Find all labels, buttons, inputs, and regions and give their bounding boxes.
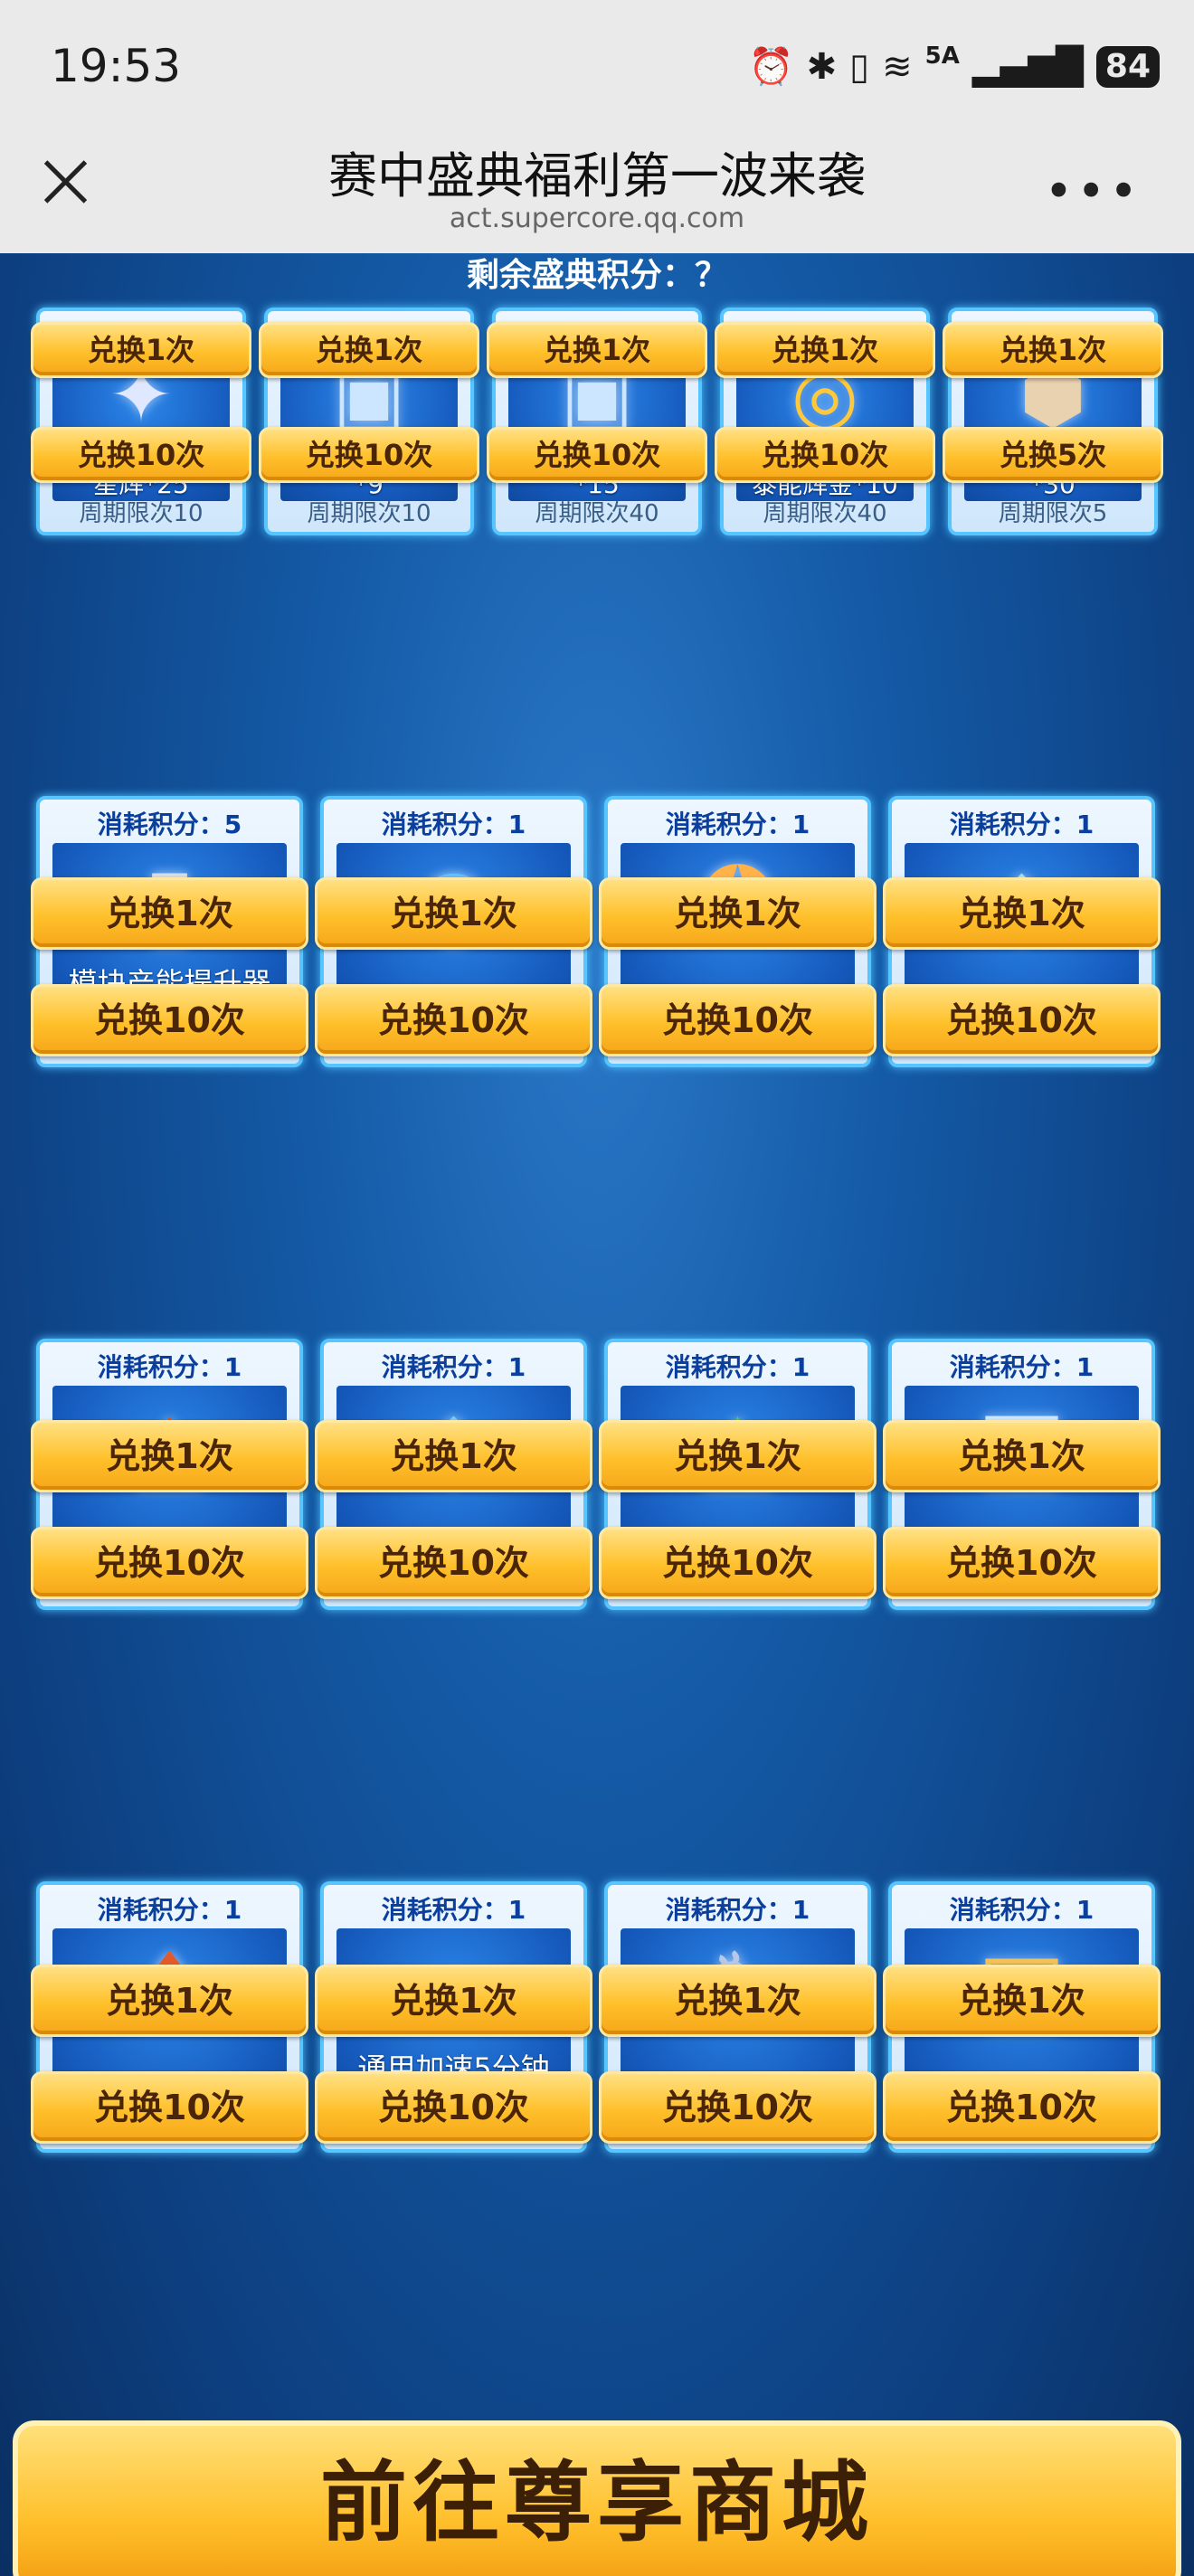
reward-cost: 消耗积分：1 [665,1352,810,1382]
alarm-icon: ⏰ [748,46,794,88]
reward-cost: 消耗积分：1 [665,810,810,839]
reward-cost: 消耗积分：1 [97,1895,242,1925]
reward-cost: 消耗积分：1 [949,810,1094,839]
exchange-panel: 剩余盛典积分：？ 消耗积分：10✦星辉*25周期限次10兑换1次兑换10次消耗积… [0,253,1194,2576]
exchange-multi-button[interactable]: 兑换10次 [31,2071,308,2144]
status-bar: 19:53 ⏰ ✱ ▯ ≋ 5A ▂▄▆█ 84 [0,0,1194,136]
reward-cost: 消耗积分：1 [381,1895,526,1925]
exchange-once-button[interactable]: 兑换1次 [715,322,935,378]
exchange-multi-button[interactable]: 兑换10次 [599,1527,877,1599]
reward-limit: 周期限次40 [763,500,887,527]
reward-cost: 消耗积分：1 [665,1895,810,1925]
exchange-once-button[interactable]: 兑换1次 [31,877,308,950]
exchange-once-button[interactable]: 兑换1次 [315,877,592,950]
exchange-multi-button[interactable]: 兑换10次 [315,1527,592,1599]
exchange-once-button[interactable]: 兑换1次 [883,1965,1161,2037]
exchange-once-button[interactable]: 兑换1次 [883,877,1161,950]
exchange-once-button[interactable]: 兑换1次 [315,1420,592,1492]
exchange-multi-button[interactable]: 兑换10次 [883,1527,1161,1599]
vibrate-icon: ▯ [849,45,870,88]
reward-limit: 周期限次40 [535,500,659,527]
reward-cost: 消耗积分：1 [381,810,526,839]
reward-limit: 周期限次10 [307,500,431,527]
exchange-once-button[interactable]: 兑换1次 [599,1420,877,1492]
more-menu-button[interactable]: ••• [1044,163,1142,220]
exchange-multi-button[interactable]: 兑换10次 [883,984,1161,1056]
exchange-multi-button[interactable]: 兑换10次 [259,427,479,483]
wifi-icon: ≋ [882,45,913,88]
reward-cost: 消耗积分：5 [97,810,242,839]
go-to-mall-button[interactable]: 前往尊享商城 [13,2420,1181,2576]
exchange-multi-button[interactable]: 兑换10次 [883,2071,1161,2144]
exchange-multi-button[interactable]: 兑换10次 [31,427,251,483]
bluetooth-icon: ✱ [806,45,838,88]
signal-icon: ▂▄▆█ [971,45,1084,88]
page-title: 赛中盛典福利第一波来袭 [328,147,866,204]
battery-indicator: 84 [1095,45,1160,88]
reward-cost: 消耗积分：1 [97,1352,242,1382]
exchange-once-button[interactable]: 兑换1次 [487,322,707,378]
exchange-multi-button[interactable]: 兑换5次 [943,427,1163,483]
page-url: act.supercore.qq.com [449,203,745,234]
exchange-once-button[interactable]: 兑换1次 [599,1965,877,2037]
exchange-multi-button[interactable]: 兑换10次 [315,2071,592,2144]
exchange-multi-button[interactable]: 兑换10次 [31,984,308,1056]
exchange-once-button[interactable]: 兑换1次 [31,322,251,378]
exchange-once-button[interactable]: 兑换1次 [883,1420,1161,1492]
exchange-once-button[interactable]: 兑换1次 [599,877,877,950]
reward-cost: 消耗积分：1 [381,1352,526,1382]
reward-limit: 周期限次10 [79,500,204,527]
exchange-multi-button[interactable]: 兑换10次 [599,2071,877,2144]
reward-cost: 消耗积分：1 [949,1895,1094,1925]
network-type-label: 5A [924,42,960,70]
exchange-multi-button[interactable]: 兑换10次 [599,984,877,1056]
exchange-multi-button[interactable]: 兑换10次 [315,984,592,1056]
reward-limit: 周期限次5 [998,500,1108,527]
exchange-multi-button[interactable]: 兑换10次 [31,1527,308,1599]
exchange-once-button[interactable]: 兑换1次 [31,1420,308,1492]
exchange-once-button[interactable]: 兑换1次 [943,322,1163,378]
remaining-points: 剩余盛典积分：？ [466,257,727,294]
exchange-once-button[interactable]: 兑换1次 [259,322,479,378]
reward-cost: 消耗积分：1 [949,1352,1094,1382]
status-time: 19:53 [51,40,182,92]
exchange-multi-button[interactable]: 兑换10次 [715,427,935,483]
status-icons: ⏰ ✱ ▯ ≋ 5A ▂▄▆█ 84 [748,42,1160,88]
exchange-once-button[interactable]: 兑换1次 [31,1965,308,2037]
title-bar: 赛中盛典福利第一波来袭 act.supercore.qq.com ••• [0,136,1194,253]
exchange-once-button[interactable]: 兑换1次 [315,1965,592,2037]
exchange-multi-button[interactable]: 兑换10次 [487,427,707,483]
